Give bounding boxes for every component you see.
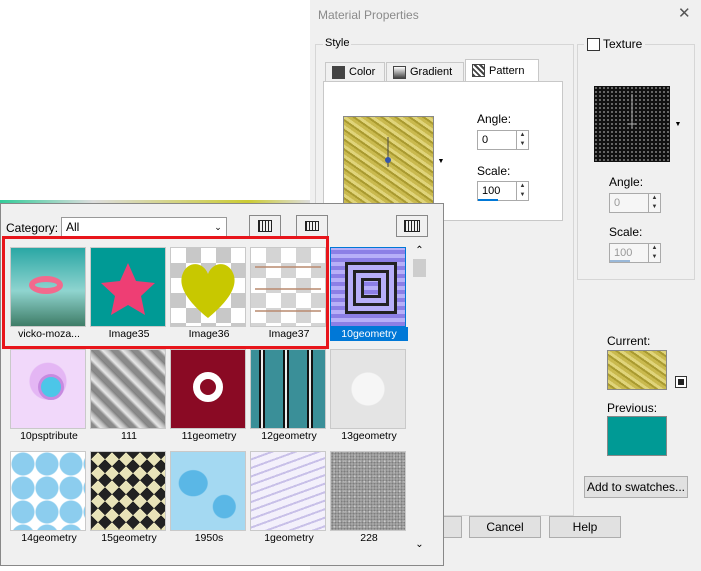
category-dropdown[interactable]: All ⌄ <box>61 217 227 237</box>
style-angle-spinner[interactable]: 0 ▲ ▼ <box>477 130 529 150</box>
view-small-thumbnails-button[interactable] <box>396 215 428 237</box>
thumb-1geometry <box>250 451 326 531</box>
texture-dropdown-icon[interactable]: ▼ <box>672 115 684 133</box>
ring-shape <box>193 372 223 402</box>
chevron-down-icon: ⌄ <box>214 221 222 232</box>
tab-gradient-label: Gradient <box>410 66 453 78</box>
texture-angle-label: Angle: <box>609 175 644 189</box>
center-crosshair-icon <box>628 94 636 128</box>
thumb-14geometry <box>10 451 86 531</box>
swap-swatch-icon[interactable] <box>675 376 687 388</box>
texture-scale-bar <box>610 260 630 262</box>
pattern-label: 228 <box>360 532 378 544</box>
thumb-15geometry <box>90 451 166 531</box>
tab-pattern-label: Pattern <box>489 64 525 77</box>
texture-checkbox-row[interactable]: Texture <box>584 37 646 51</box>
texture-swatch[interactable] <box>594 86 670 162</box>
pattern-grid-scrollbar[interactable]: ⌃ ⌄ <box>411 245 428 552</box>
pattern-item-12geometry[interactable]: 12geometry <box>250 349 330 443</box>
pattern-label: 1950s <box>194 532 224 544</box>
thumb-12geometry <box>250 349 326 429</box>
spin-arrows-icon[interactable]: ▲ ▼ <box>516 131 528 149</box>
style-scale-bar <box>478 199 498 201</box>
style-scale-label: Scale: <box>477 164 511 178</box>
pattern-label: 111 <box>121 430 137 442</box>
pattern-item-1950s[interactable]: 1950s <box>170 451 250 545</box>
highlight-rectangle <box>2 236 329 349</box>
pattern-label: 10psptribute <box>20 430 78 442</box>
view-medium-thumbnails-button[interactable] <box>296 215 328 237</box>
category-label: Category: <box>6 221 59 235</box>
window-title: Material Properties <box>318 8 419 22</box>
style-angle-label: Angle: <box>477 112 512 126</box>
thumb-10psptribute <box>10 349 86 429</box>
thumbnails-icon <box>305 221 319 231</box>
cancel-button[interactable]: Cancel <box>469 516 541 538</box>
spin-arrows-icon[interactable]: ▲ ▼ <box>516 182 528 200</box>
pattern-label: 14geometry <box>21 532 77 544</box>
pattern-tab-icon <box>472 64 485 77</box>
category-value: All <box>66 220 80 234</box>
scroll-up-icon[interactable]: ⌃ <box>411 245 428 257</box>
tab-color[interactable]: Color <box>325 62 385 82</box>
scroll-thumb[interactable] <box>413 259 426 277</box>
thumb-111 <box>90 349 166 429</box>
style-group-label: Style <box>323 37 352 49</box>
style-pattern-dropdown-icon[interactable]: ▼ <box>435 152 447 170</box>
texture-label: Texture <box>603 37 643 51</box>
pattern-item-1geometry[interactable]: 1geometry <box>250 451 330 545</box>
spin-arrows-icon[interactable]: ▲ ▼ <box>648 194 660 212</box>
texture-checkbox[interactable] <box>587 37 600 51</box>
pattern-item-13geometry[interactable]: 13geometry <box>330 349 410 443</box>
jewel-shape <box>38 374 64 400</box>
tab-pattern[interactable]: Pattern <box>465 59 539 82</box>
texture-angle-value: 0 <box>614 197 621 209</box>
style-angle-value: 0 <box>482 134 489 146</box>
pattern-item-10psptribute[interactable]: 10psptribute <box>10 349 90 443</box>
center-crosshair-icon <box>385 137 391 167</box>
color-tab-icon <box>332 65 345 79</box>
style-pattern-swatch[interactable] <box>343 116 434 204</box>
help-button[interactable]: Help <box>549 516 621 538</box>
pattern-label: 15geometry <box>101 532 157 544</box>
pattern-item-10geometry[interactable]: 10geometry <box>330 247 410 341</box>
gradient-tab-icon <box>393 65 406 79</box>
pattern-item-15geometry[interactable]: 15geometry <box>90 451 170 545</box>
pattern-label: 11geometry <box>181 430 237 442</box>
thumb-228 <box>330 451 406 531</box>
style-scale-spinner[interactable]: 100 ▲ ▼ <box>477 181 529 201</box>
texture-scale-value: 100 <box>614 247 633 259</box>
pattern-item-228[interactable]: 228 <box>330 451 410 545</box>
thumbnails-icon <box>404 220 420 232</box>
thumb-10geometry <box>330 247 406 327</box>
previous-swatch[interactable] <box>607 416 667 456</box>
pattern-item-111[interactable]: 111 <box>90 349 170 443</box>
thumb-11geometry <box>170 349 246 429</box>
pattern-label: 13geometry <box>341 430 397 442</box>
style-scale-value: 100 <box>482 185 501 197</box>
previous-label: Previous: <box>607 401 658 415</box>
tab-color-label: Color <box>349 66 376 78</box>
thumb-13geometry <box>330 349 406 429</box>
concentric-square-shape <box>345 262 397 314</box>
pattern-label: 12geometry <box>261 430 317 442</box>
pattern-label: 1geometry <box>264 532 314 544</box>
current-label: Current: <box>607 334 651 348</box>
texture-angle-spinner[interactable]: 0 ▲ ▼ <box>609 193 661 213</box>
current-swatch <box>607 350 667 390</box>
pattern-item-14geometry[interactable]: 14geometry <box>10 451 90 545</box>
thumb-1950s <box>170 451 246 531</box>
spin-arrows-icon[interactable]: ▲ ▼ <box>648 244 660 262</box>
texture-scale-label: Scale: <box>609 225 643 239</box>
tab-gradient[interactable]: Gradient <box>386 62 464 82</box>
close-icon[interactable]: ✕ <box>678 4 691 22</box>
pattern-label: 10geometry <box>330 327 408 341</box>
view-large-thumbnails-button[interactable] <box>249 215 281 237</box>
scroll-down-icon[interactable]: ⌄ <box>411 539 428 550</box>
add-to-swatches-button[interactable]: Add to swatches... <box>584 476 688 498</box>
pattern-item-11geometry[interactable]: 11geometry <box>170 349 250 443</box>
thumbnails-icon <box>258 220 272 232</box>
